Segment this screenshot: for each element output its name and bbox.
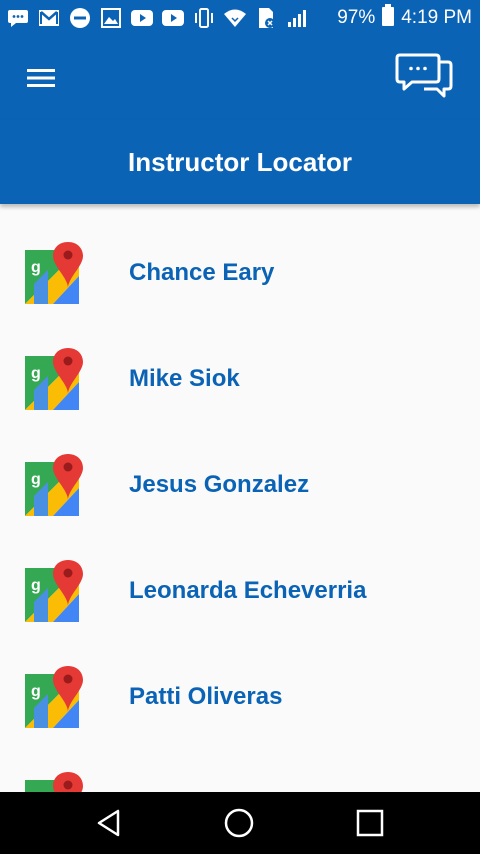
instructor-name[interactable]: Jesus Gonzalez [129,471,309,499]
svg-text:g: g [31,365,41,382]
instructor-name[interactable]: Patti Oliveras [129,683,282,711]
notification-icons [6,6,309,30]
battery-percent: 97% [337,7,376,28]
instructor-list[interactable]: g Chance Eary g Mike Siok g Jesus Gonzal… [0,204,480,792]
title-bar: Instructor Locator [0,120,480,204]
youtube-icon-2 [161,6,185,30]
status-right: 97% 4:19 PM [337,4,472,32]
svg-text:g: g [31,683,41,700]
do-not-disturb-icon [68,6,92,30]
google-maps-icon: g [25,348,83,410]
page-title: Instructor Locator [128,146,352,177]
list-item-instructor[interactable]: g Jesus Gonzalez [0,432,480,538]
battery-icon [381,4,395,32]
google-maps-icon: g [25,242,83,304]
gmail-icon [37,6,61,30]
back-triangle-icon[interactable] [91,805,127,841]
recents-square-icon[interactable] [352,805,388,841]
status-bar: 97% 4:19 PM [0,0,480,36]
list-item-instructor[interactable]: g Patti Oliveras [0,644,480,750]
google-maps-icon: g [25,666,83,728]
svg-text:g: g [31,471,41,488]
clock: 4:19 PM [401,7,472,28]
list-item-instructor[interactable]: g Chance Eary [0,220,480,326]
signal-icon [285,6,309,30]
no-sim-icon [254,6,278,30]
google-maps-icon [25,772,83,792]
chat-bubbles-icon[interactable] [394,52,454,102]
instructor-name[interactable]: Leonarda Echeverria [129,577,366,605]
message-icon [6,6,30,30]
system-nav-bar [0,792,480,854]
app-bar [0,36,480,120]
list-item-instructor[interactable]: g Leonarda Echeverria [0,538,480,644]
home-circle-icon[interactable] [221,805,257,841]
instructor-name[interactable]: Chance Eary [129,259,274,287]
hamburger-menu-icon[interactable] [24,65,58,91]
svg-text:g: g [31,577,41,594]
list-item-instructor-partial[interactable] [0,750,480,792]
image-icon [99,6,123,30]
youtube-icon [130,6,154,30]
google-maps-icon: g [25,454,83,516]
svg-text:g: g [31,259,41,276]
wifi-icon [223,6,247,30]
google-maps-icon: g [25,560,83,622]
instructor-name[interactable]: Mike Siok [129,365,240,393]
list-item-instructor[interactable]: g Mike Siok [0,326,480,432]
vibrate-icon [192,6,216,30]
